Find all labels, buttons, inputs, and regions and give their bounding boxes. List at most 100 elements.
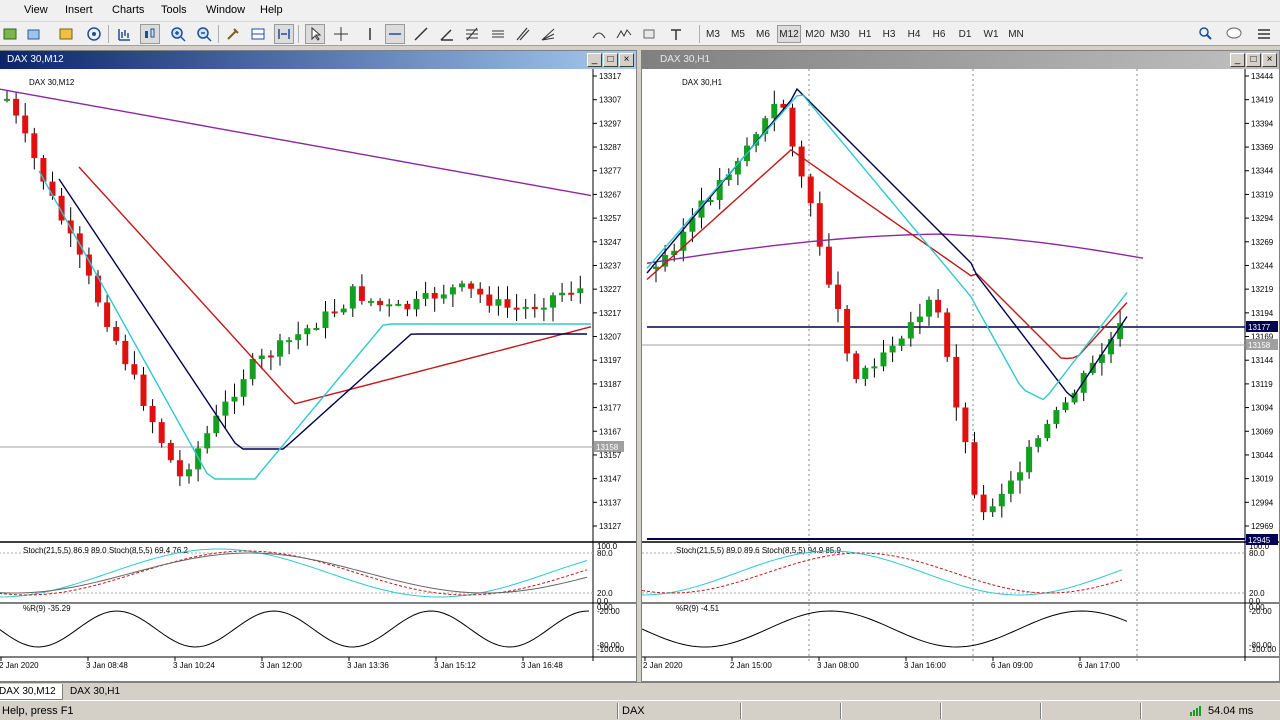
maximize-button[interactable]: □	[1246, 53, 1261, 67]
tile-icon[interactable]	[248, 24, 268, 44]
properties-icon[interactable]	[223, 24, 243, 44]
tab-dax-h1[interactable]: DAX 30,H1	[64, 684, 126, 700]
text-icon[interactable]	[666, 24, 686, 44]
angle-icon[interactable]	[437, 24, 457, 44]
wpr-label: %R(9) -35.29	[23, 604, 71, 613]
trendline-icon[interactable]	[411, 24, 431, 44]
ema-slow-line	[78, 166, 592, 405]
close-button[interactable]: ×	[619, 53, 634, 67]
bear-candle	[513, 307, 520, 310]
close-button[interactable]: ×	[1262, 53, 1277, 67]
bull-candle	[449, 287, 456, 295]
menu-help[interactable]: Help	[260, 4, 283, 16]
price-tick-label: 13277	[599, 167, 622, 176]
channel-icon[interactable]	[488, 24, 508, 44]
chart-canvas-m12[interactable]: 13317 13307 13297 13287 13277 13267 13257 13247…	[0, 69, 636, 681]
timeframe-d1[interactable]: D1	[955, 25, 975, 43]
bull-candle	[1017, 472, 1023, 481]
menu-charts[interactable]: Charts	[112, 4, 144, 16]
timeframe-m20[interactable]: M20	[803, 25, 827, 43]
pitchfork-icon[interactable]	[513, 24, 533, 44]
timeframe-m5[interactable]: M5	[727, 25, 749, 43]
rectangle-icon[interactable]	[639, 24, 659, 44]
menu-insert[interactable]: Insert	[65, 4, 93, 16]
timeframe-w1[interactable]: W1	[980, 25, 1002, 43]
bull-candle	[286, 340, 293, 343]
bull-candle	[1035, 438, 1042, 447]
timeframe-h1[interactable]: H1	[855, 25, 875, 43]
market-watch-icon[interactable]	[56, 24, 76, 44]
bear-candle	[158, 422, 165, 443]
minimize-button[interactable]: _	[587, 53, 602, 67]
bull-candle	[395, 303, 402, 306]
maximize-button[interactable]: □	[603, 53, 618, 67]
timeframe-h6[interactable]: H6	[929, 25, 949, 43]
timeframe-m12[interactable]: M12	[777, 25, 801, 43]
profiles-icon[interactable]	[24, 24, 44, 44]
wpr-tick-label: -20.00	[597, 607, 620, 616]
new-chart-icon[interactable]	[0, 24, 20, 44]
vertical-line-icon[interactable]	[360, 24, 380, 44]
bull-candle	[550, 295, 556, 308]
price-tick-label: 13269	[1251, 238, 1274, 247]
price-tick-label: 13217	[599, 309, 622, 318]
crosshair-icon[interactable]	[331, 24, 351, 44]
fan-icon[interactable]	[538, 24, 558, 44]
bear-candle	[835, 284, 841, 309]
chat-icon[interactable]	[1224, 24, 1244, 44]
menu-icon[interactable]	[1254, 24, 1274, 44]
price-tick-label: 12969	[1251, 522, 1274, 531]
time-tick-label: 3 Jan 16:00	[904, 661, 946, 670]
timeframe-h4[interactable]: H4	[904, 25, 924, 43]
tab-dax-m12[interactable]: DAX 30,M12	[0, 684, 63, 700]
bear-candle	[122, 340, 129, 365]
wave-icon[interactable]	[614, 24, 634, 44]
timeframe-h3[interactable]: H3	[879, 25, 899, 43]
current-price-label: 13158	[1248, 341, 1271, 350]
bull-candle	[386, 304, 393, 307]
menu-tools[interactable]: Tools	[161, 4, 187, 16]
bull-candle	[1007, 480, 1014, 494]
price-tick-label: 13094	[1251, 404, 1274, 413]
chart-title-bar[interactable]: DAX 30,M12 _ □ ×	[0, 51, 636, 69]
chart-symbol-label: DAX 30,M12	[29, 78, 75, 87]
timeframe-m30[interactable]: M30	[828, 25, 852, 43]
timeframe-m3[interactable]: M3	[702, 25, 724, 43]
toolbar-separator	[298, 25, 299, 43]
toolbar-separator	[108, 25, 109, 43]
cursor-icon[interactable]	[305, 24, 325, 44]
arc-icon[interactable]	[589, 24, 609, 44]
price-tick-label: 13137	[599, 498, 622, 507]
bull-candle	[258, 355, 265, 360]
zoom-in-icon[interactable]	[168, 24, 188, 44]
menu-view[interactable]: View	[24, 4, 48, 16]
minimize-button[interactable]: _	[1230, 53, 1245, 67]
autoscroll-icon[interactable]	[274, 24, 294, 44]
timeframe-mn[interactable]: MN	[1005, 25, 1027, 43]
bull-candle	[707, 200, 714, 203]
candles-icon[interactable]	[140, 24, 160, 44]
menu-window[interactable]: Window	[206, 4, 245, 16]
bull-candle	[204, 433, 211, 449]
status-divider	[940, 703, 942, 719]
fibo-icon[interactable]	[462, 24, 482, 44]
bar-chart-icon[interactable]	[114, 24, 134, 44]
zoom-out-icon[interactable]	[194, 24, 214, 44]
chart-window-h1[interactable]: DAX 30,H1 _ □ × 13444 13419 13394 13369 1334…	[641, 50, 1280, 682]
time-tick-label: 6 Jan 09:00	[991, 661, 1033, 670]
chart-canvas-h1[interactable]: 13444 13419 13394 13369 13344 13319 13294 13269…	[642, 69, 1279, 681]
bull-candle	[322, 311, 329, 329]
timeframe-m6[interactable]: M6	[752, 25, 774, 43]
bear-candle	[798, 146, 805, 177]
wpr-tick-label: -100.00	[597, 645, 625, 654]
horizontal-line-icon[interactable]	[385, 24, 405, 44]
signal-icon[interactable]	[84, 24, 104, 44]
chart-title-bar[interactable]: DAX 30,H1 _ □ ×	[642, 51, 1279, 69]
bear-candle	[13, 98, 20, 116]
price-tick-label: 13019	[1251, 475, 1274, 484]
search-icon[interactable]	[1195, 24, 1215, 44]
chart-window-m12[interactable]: DAX 30,M12 _ □ × 13317 13307 13297 13287 132…	[0, 50, 637, 682]
bull-candle	[559, 292, 566, 296]
bear-candle	[431, 292, 438, 299]
stoch-slow-line	[0, 552, 588, 594]
